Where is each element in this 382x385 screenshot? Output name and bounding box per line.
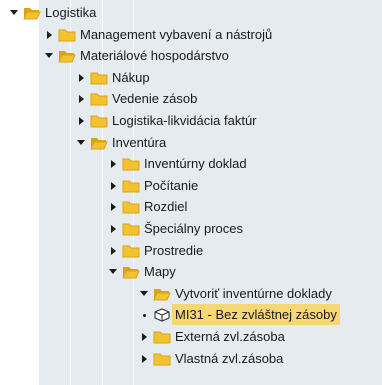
expand-triangle-icon[interactable] bbox=[77, 116, 87, 126]
tree-node-label: Vlastná zvl.zásoba bbox=[175, 351, 284, 366]
tree-node[interactable]: Počítanie bbox=[109, 175, 198, 196]
tree-node-label: Vytvoriť inventúrne doklady bbox=[175, 286, 332, 301]
folder-icon bbox=[58, 28, 76, 42]
tree-node-label: Inventúra bbox=[112, 135, 167, 150]
tree-node[interactable]: Špeciálny proces bbox=[109, 218, 243, 239]
folder-icon bbox=[90, 71, 108, 85]
tree-node[interactable]: Prostredie bbox=[109, 240, 203, 261]
menu-tree: Logistika Management vybavení a nástrojů M… bbox=[0, 0, 382, 385]
folder-open-icon bbox=[153, 287, 171, 301]
expand-triangle-icon[interactable] bbox=[109, 181, 119, 191]
tree-node[interactable]: Externá zvl.zásoba bbox=[140, 326, 285, 347]
collapse-triangle-icon[interactable] bbox=[45, 51, 55, 61]
tree-node-label: Logistika bbox=[45, 5, 97, 20]
expand-triangle-icon[interactable] bbox=[77, 94, 87, 104]
tree-node[interactable]: Logistika bbox=[10, 2, 96, 23]
tree-node-label: Vedenie zásob bbox=[112, 91, 198, 106]
tree-node-label: Inventúrny doklad bbox=[144, 156, 247, 171]
tree-node[interactable]: Inventúra bbox=[77, 132, 166, 153]
collapse-triangle-icon[interactable] bbox=[77, 138, 87, 148]
folder-icon bbox=[153, 330, 171, 344]
tree-node-label: MI31 - Bez zvláštnej zásoby bbox=[172, 304, 340, 325]
folder-icon bbox=[90, 114, 108, 128]
leaf-bullet-icon bbox=[140, 310, 150, 320]
tree-node[interactable]: Materiálové hospodárstvo bbox=[45, 45, 229, 66]
tree-node-label: Materiálové hospodárstvo bbox=[80, 48, 229, 63]
collapse-triangle-icon[interactable] bbox=[109, 267, 119, 277]
folder-icon bbox=[122, 200, 140, 214]
tree-node-label: Nákup bbox=[112, 70, 150, 85]
tree-node-label: Prostredie bbox=[144, 243, 204, 258]
folder-open-icon bbox=[23, 6, 41, 20]
tree-node[interactable]: MI31 - Bez zvláštnej zásoby bbox=[140, 304, 340, 325]
tree-node[interactable]: Inventúrny doklad bbox=[109, 153, 247, 174]
folder-icon bbox=[122, 179, 140, 193]
tree-node[interactable]: Vedenie zásob bbox=[77, 88, 197, 109]
tree-node[interactable]: Vlastná zvl.zásoba bbox=[140, 348, 283, 369]
expand-triangle-icon[interactable] bbox=[77, 73, 87, 83]
tree-node-label: Management vybavení a nástrojů bbox=[80, 27, 273, 42]
tree-node-label: Počítanie bbox=[144, 178, 199, 193]
tree-node-label: Rozdiel bbox=[144, 199, 188, 214]
expand-triangle-icon[interactable] bbox=[109, 246, 119, 256]
tree-indent-separator bbox=[38, 0, 39, 385]
tree-node[interactable]: Vytvoriť inventúrne doklady bbox=[140, 283, 332, 304]
tree-node-label: Špeciálny proces bbox=[144, 221, 243, 236]
tree-node[interactable]: Nákup bbox=[77, 67, 150, 88]
folder-icon bbox=[122, 157, 140, 171]
expand-triangle-icon[interactable] bbox=[109, 159, 119, 169]
folder-open-icon bbox=[90, 136, 108, 150]
folder-icon bbox=[90, 92, 108, 106]
folder-icon bbox=[122, 222, 140, 236]
collapse-triangle-icon[interactable] bbox=[10, 8, 20, 18]
expand-triangle-icon[interactable] bbox=[140, 354, 150, 364]
folder-icon bbox=[153, 352, 171, 366]
expand-triangle-icon[interactable] bbox=[140, 332, 150, 342]
folder-open-icon bbox=[122, 265, 140, 279]
tree-node[interactable]: Management vybavení a nástrojů bbox=[45, 24, 272, 45]
expand-triangle-icon[interactable] bbox=[109, 224, 119, 234]
folder-open-icon bbox=[58, 49, 76, 63]
expand-triangle-icon[interactable] bbox=[109, 202, 119, 212]
tree-node-label: Logistika-likvidácia faktúr bbox=[112, 113, 257, 128]
tree-node-label: Mapy bbox=[144, 264, 176, 279]
collapse-triangle-icon[interactable] bbox=[140, 289, 150, 299]
tree-node[interactable]: Logistika-likvidácia faktúr bbox=[77, 110, 257, 131]
transaction-cube-icon bbox=[153, 307, 171, 322]
tree-node-label: Externá zvl.zásoba bbox=[175, 329, 285, 344]
expand-triangle-icon[interactable] bbox=[45, 30, 55, 40]
folder-icon bbox=[122, 244, 140, 258]
tree-node[interactable]: Mapy bbox=[109, 261, 176, 282]
tree-node[interactable]: Rozdiel bbox=[109, 196, 187, 217]
